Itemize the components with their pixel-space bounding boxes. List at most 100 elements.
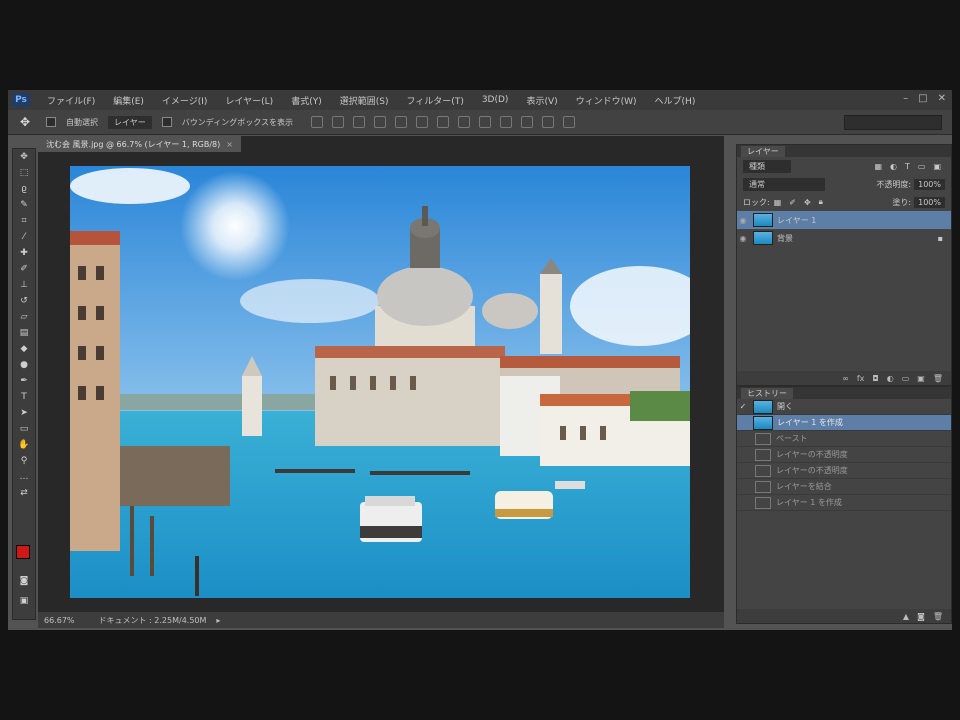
menu-view[interactable]: 表示(V) — [517, 94, 566, 107]
transform-controls-checkbox[interactable] — [161, 117, 172, 127]
close-button[interactable]: ✕ — [938, 93, 946, 104]
hand-icon[interactable]: ✋ — [13, 437, 35, 453]
filter-adjust-icon[interactable]: ◐ — [890, 162, 897, 171]
distribute-center-icon[interactable] — [520, 116, 533, 128]
quick-select-icon[interactable]: ✎ — [13, 197, 35, 213]
menu-help[interactable]: ヘルプ(H) — [646, 94, 705, 107]
lock-all-icon[interactable]: 🔒︎ — [819, 197, 823, 207]
lasso-icon[interactable]: ϱ — [13, 181, 35, 197]
opacity-input[interactable]: 100% — [914, 178, 945, 190]
clone-stamp-icon[interactable]: ⊥ — [13, 277, 35, 293]
menu-file[interactable]: ファイル(F) — [38, 94, 104, 107]
fill-label: 塗り: — [892, 197, 912, 207]
menu-edit[interactable]: 編集(E) — [104, 94, 153, 107]
menu-layer[interactable]: レイヤー(L) — [216, 94, 282, 107]
lock-pixels-icon[interactable]: ▦ — [774, 198, 782, 207]
foreground-color-swatch[interactable] — [16, 545, 30, 559]
history-item[interactable]: レイヤーの不透明度 — [737, 447, 951, 463]
eraser-icon[interactable]: ▱ — [13, 309, 35, 325]
blur-icon[interactable]: ◆ — [13, 341, 35, 357]
history-item[interactable]: ペースト — [737, 431, 951, 447]
menu-type[interactable]: 書式(Y) — [282, 94, 331, 107]
new-document-from-state-icon[interactable]: ▲ — [903, 612, 909, 621]
history-item[interactable]: ✓ 開く — [737, 399, 951, 415]
quick-mask-icon[interactable]: ◙ — [13, 573, 35, 589]
swap-colors-icon[interactable]: ⇄ — [13, 485, 35, 501]
image-canvas[interactable] — [70, 166, 690, 598]
brush-icon[interactable]: ✐ — [13, 261, 35, 277]
align-right-icon[interactable] — [415, 116, 428, 128]
visibility-eye-icon[interactable]: ◉ — [737, 216, 749, 225]
eyedropper-icon[interactable]: ⁄ — [13, 229, 35, 245]
layer-row[interactable]: ◉ 背景 ▪ — [737, 229, 951, 247]
healing-brush-icon[interactable]: ✚ — [13, 245, 35, 261]
filter-smart-icon[interactable]: ▣ — [933, 162, 941, 171]
zoom-level[interactable]: 66.67% — [44, 616, 75, 625]
extras-icon[interactable]: … — [13, 469, 35, 485]
distribute-top-icon[interactable] — [436, 116, 449, 128]
add-mask-icon[interactable]: ◘ — [872, 374, 878, 383]
new-group-icon[interactable]: ▭ — [902, 374, 910, 383]
kind-dropdown[interactable]: 種類 — [743, 159, 791, 173]
history-brush-icon[interactable]: ↺ — [13, 293, 35, 309]
type-icon[interactable]: T — [13, 389, 35, 405]
delete-state-icon[interactable]: 🗑︎ — [933, 612, 943, 621]
pen-icon[interactable]: ✒ — [13, 373, 35, 389]
lock-brush-icon[interactable]: ✐ — [789, 198, 796, 207]
doc-size: ドキュメント : 2.25M/4.50M — [98, 615, 207, 625]
dodge-icon[interactable]: ● — [13, 357, 35, 373]
history-item[interactable]: レイヤー 1 を作成 — [737, 415, 951, 431]
marquee-icon[interactable]: ⬚ — [13, 165, 35, 181]
minimize-button[interactable]: – — [903, 93, 908, 104]
menu-image[interactable]: イメージ(I) — [153, 94, 217, 107]
menu-3d[interactable]: 3D(D) — [473, 95, 518, 105]
visibility-eye-icon[interactable]: ◉ — [737, 234, 749, 243]
crop-icon[interactable]: ⌗ — [13, 213, 35, 229]
align-top-icon[interactable] — [310, 116, 323, 128]
align-middle-icon[interactable] — [331, 116, 344, 128]
adjustment-layer-icon[interactable]: ◐ — [887, 374, 894, 383]
distribute-bottom-icon[interactable] — [478, 116, 491, 128]
filter-shape-icon[interactable]: ▭ — [918, 162, 926, 171]
move-tool-icon[interactable]: ✥ — [14, 114, 36, 130]
layer-row[interactable]: ◉ レイヤー 1 — [737, 211, 951, 229]
link-layers-icon[interactable]: ∞ — [842, 374, 849, 383]
move-icon[interactable]: ✥ — [13, 149, 35, 165]
maximize-button[interactable]: □ — [918, 93, 927, 104]
filter-type-icon[interactable]: T — [905, 162, 910, 171]
distribute-left-icon[interactable] — [499, 116, 512, 128]
zoom-icon[interactable]: ⚲ — [13, 453, 35, 469]
align-center-icon[interactable] — [394, 116, 407, 128]
path-select-icon[interactable]: ➤ — [13, 405, 35, 421]
history-tab[interactable]: ヒストリー — [741, 387, 793, 399]
blend-mode-dropdown[interactable]: 通常 — [743, 177, 825, 191]
3d-mode-icon[interactable] — [562, 116, 575, 128]
filter-pixel-icon[interactable]: ▦ — [874, 162, 882, 171]
lock-move-icon[interactable]: ✥ — [804, 198, 811, 207]
menu-select[interactable]: 選択範囲(S) — [331, 94, 398, 107]
snapshot-icon[interactable]: ◙ — [917, 612, 925, 621]
distribute-middle-icon[interactable] — [457, 116, 470, 128]
layers-tab[interactable]: レイヤー — [741, 145, 785, 157]
align-left-icon[interactable] — [373, 116, 386, 128]
shape-icon[interactable]: ▭ — [13, 421, 35, 437]
auto-select-checkbox[interactable] — [46, 117, 56, 127]
new-layer-icon[interactable]: ▣ — [917, 374, 925, 383]
document-tab[interactable]: 沈む会 風景.jpg @ 66.7% (レイヤー 1, RGB/8) × — [38, 136, 241, 152]
delete-layer-icon[interactable]: 🗑︎ — [933, 374, 943, 383]
gradient-icon[interactable]: ▤ — [13, 325, 35, 341]
layer-style-icon[interactable]: fx — [857, 374, 865, 383]
close-tab-icon[interactable]: × — [226, 140, 233, 149]
history-item[interactable]: レイヤーの不透明度 — [737, 463, 951, 479]
align-bottom-icon[interactable] — [352, 116, 365, 128]
history-item[interactable]: レイヤー 1 を作成 — [737, 495, 951, 511]
menu-filter[interactable]: フィルター(T) — [397, 94, 472, 107]
screen-mode-icon[interactable]: ▣ — [13, 593, 35, 609]
workspace-dropdown[interactable] — [844, 115, 942, 130]
status-arrow-icon[interactable]: ▸ — [216, 616, 220, 625]
history-item[interactable]: レイヤーを結合 — [737, 479, 951, 495]
fill-input[interactable]: 100% — [914, 196, 945, 208]
auto-select-dropdown[interactable]: レイヤー — [108, 115, 152, 129]
distribute-right-icon[interactable] — [541, 116, 554, 128]
menu-window[interactable]: ウィンドウ(W) — [567, 94, 646, 107]
